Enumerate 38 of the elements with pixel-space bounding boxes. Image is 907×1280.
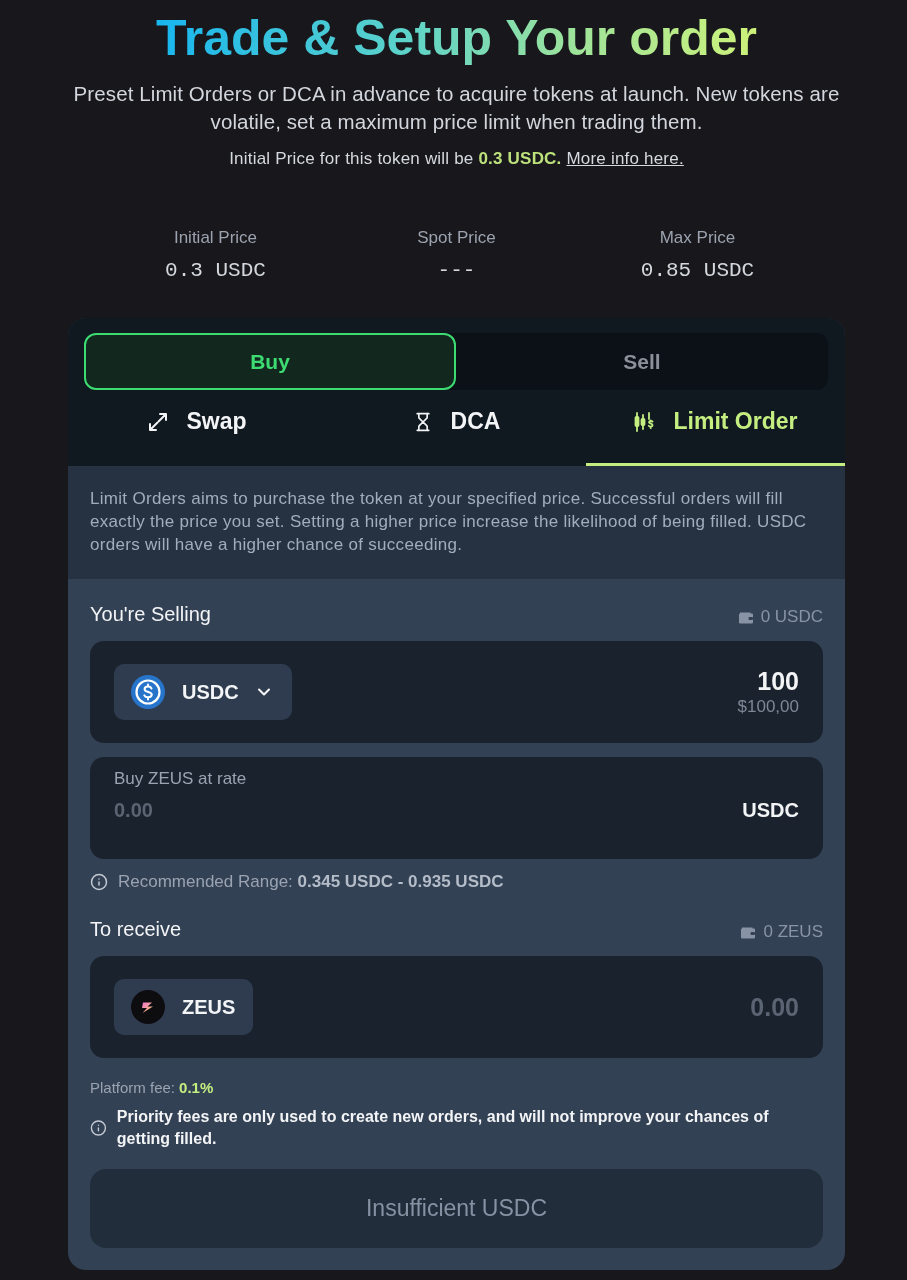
stat-value: 0.85 USDC <box>640 258 755 284</box>
page-subtitle: Preset Limit Orders or DCA in advance to acquire tokens at launch. New tokens are volatile, set a maximum price limit when trading them. <box>72 81 841 135</box>
priority-note: Priority fees are only used to create new orders, and will not improve your chances of getting filled. <box>116 1107 770 1149</box>
section-label: To receive <box>90 917 182 941</box>
token-button[interactable]: ZEUS <box>114 979 254 1035</box>
recommended-range: Recommended Range: 0.345 USDC - 0.935 USDC <box>118 871 504 893</box>
wallet-icon <box>737 610 754 624</box>
stat-label: Spot Price <box>417 227 496 249</box>
balance-text: 0 USDC <box>760 607 823 627</box>
side-button[interactable]: Sell <box>456 333 828 390</box>
price-note: Initial Price for this token will be 0.3 USDC. More info here. <box>229 148 684 170</box>
more-info-link[interactable]: More info here. <box>566 149 684 168</box>
stat-value: 0.3 USDC <box>165 258 266 284</box>
rate-input[interactable]: 0.00 <box>114 797 153 823</box>
token-select-button[interactable]: USDC <box>114 664 292 720</box>
rate-unit: USDC <box>742 798 799 823</box>
balance-text: 0 ZEUS <box>763 922 823 942</box>
wallet-icon <box>740 925 757 939</box>
receive-amount-input[interactable]: 0.00 <box>750 992 799 1022</box>
rate-label: Buy ZEUS at rate <box>114 769 247 789</box>
section-label: You're Selling <box>90 602 211 626</box>
fee-value: 0.1% <box>179 1078 214 1098</box>
stat-label: Initial Price <box>173 227 258 249</box>
amount-usd: $100,00 <box>737 696 799 718</box>
candlestick-icon <box>633 411 656 432</box>
mode-description: Limit Orders aims to purchase the token at your specified price. Successful orders will fill exactly the price you set. Setting a higher price increase the likelihood of being filled. USDC orders will have a higher chance of succeeding. <box>68 466 845 579</box>
diagonal-arrows-icon <box>148 411 169 432</box>
mode-tab[interactable]: Swap <box>68 390 327 466</box>
lightning-coin-icon <box>131 990 165 1024</box>
mode-tab[interactable]: DCA <box>327 390 586 466</box>
stat-label: Max Price <box>659 227 736 249</box>
stat-value: --- <box>437 258 476 284</box>
side-button[interactable]: Buy <box>84 333 456 390</box>
dollar-coin-icon <box>131 675 165 709</box>
info-icon <box>90 873 108 891</box>
info-icon <box>90 1119 107 1137</box>
fee-label: Platform fee: <box>90 1078 176 1098</box>
amount-input[interactable]: 100 <box>757 666 799 696</box>
